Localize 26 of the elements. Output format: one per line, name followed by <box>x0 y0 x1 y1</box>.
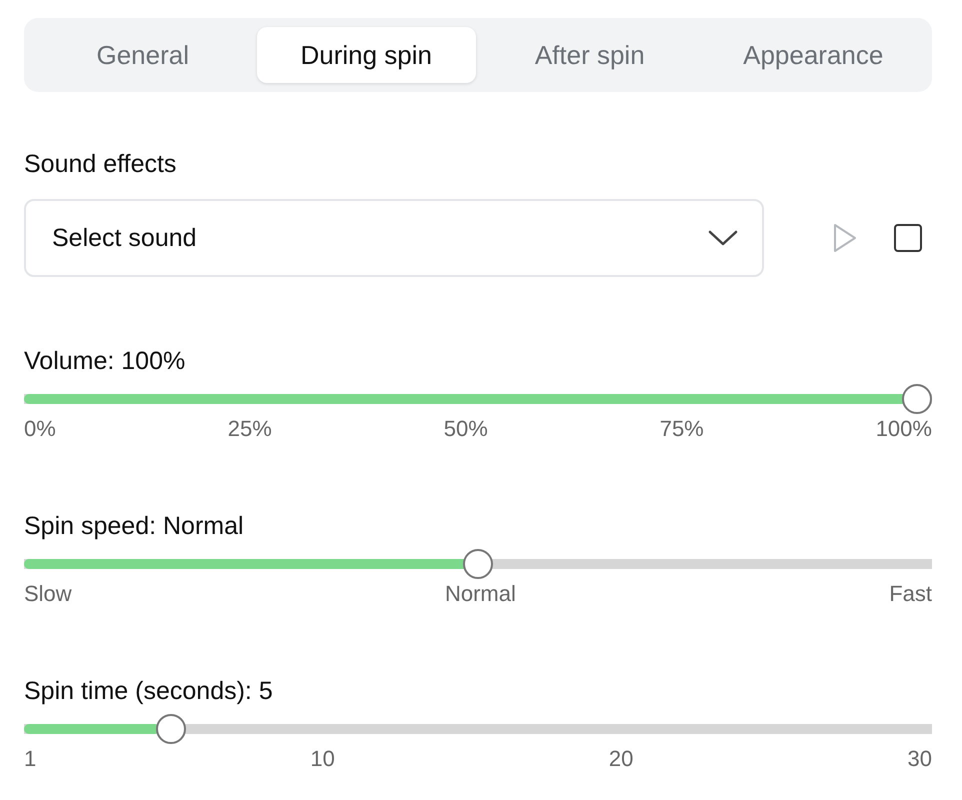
sound-select[interactable]: Select sound <box>24 199 764 277</box>
tick-label: Fast <box>889 581 932 607</box>
slider-label: Volume: 100% <box>24 347 186 376</box>
tab[interactable]: General <box>33 27 252 83</box>
tick-label: 30 <box>908 746 932 772</box>
tab[interactable]: During spin <box>256 27 476 83</box>
tab[interactable]: After spin <box>480 27 700 83</box>
slider-label: Spin speed: Normal <box>24 512 245 541</box>
tick-label: 25% <box>228 416 272 442</box>
tab[interactable]: Appearance <box>704 27 923 83</box>
tick-label: Slow <box>24 581 72 607</box>
section-label: Sound effects <box>24 150 178 179</box>
tick-label: 100% <box>876 416 932 442</box>
tick-label: Normal <box>444 581 516 607</box>
chevron-down-icon <box>708 229 738 247</box>
tick-label: 50% <box>444 416 488 442</box>
slider-label: Spin time (seconds): 5 <box>24 677 274 706</box>
tick-label: 20 <box>608 746 634 772</box>
tick-label: 10 <box>310 746 335 772</box>
tick-label: 75% <box>660 416 704 442</box>
slider-thumb[interactable] <box>463 549 493 579</box>
tick-label: 0% <box>24 416 56 442</box>
tick-label: 1 <box>24 746 36 772</box>
checkbox[interactable] <box>894 224 922 252</box>
slider-thumb[interactable] <box>902 384 932 414</box>
slider-thumb[interactable] <box>156 714 186 744</box>
